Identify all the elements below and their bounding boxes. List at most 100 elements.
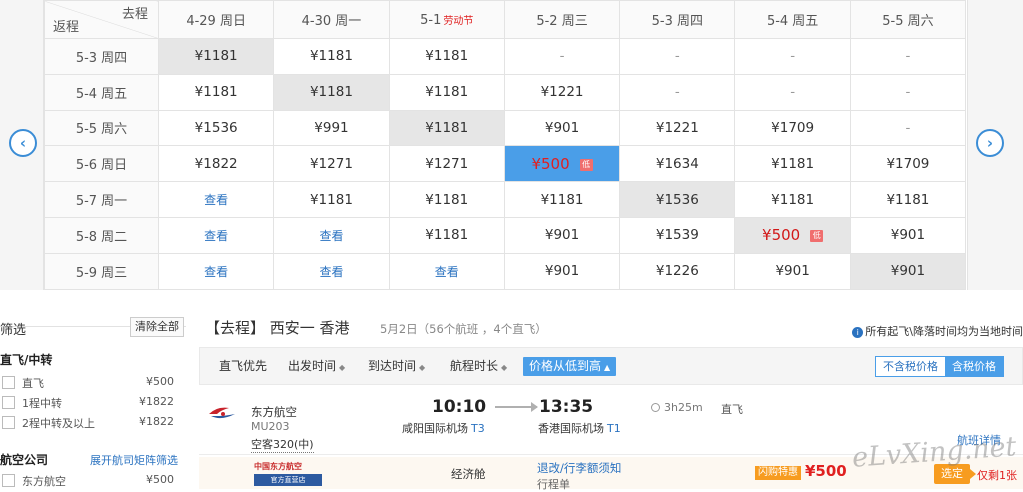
price-cell[interactable]: ¥1181 (273, 38, 390, 75)
sort-depart-time[interactable]: 出发时间 ◆ (288, 357, 345, 376)
price-matrix: ‹ 去程 返程 4-29 周日 4-30 周一 5-1 劳动节 5-2 周三 5-3 周四… (0, 0, 1023, 290)
price-value: ¥1181 (425, 227, 469, 244)
price-value: ¥901 (544, 119, 580, 136)
aircraft-type[interactable]: 空客320(中) (251, 436, 314, 453)
price-cell[interactable]: ¥1271 (388, 145, 505, 183)
price-cell[interactable]: 查看 (273, 216, 390, 254)
price-cell[interactable]: ¥1181 (273, 181, 390, 218)
price-value: ¥1181 (771, 191, 815, 208)
flight-duration: 3h25m (651, 401, 703, 414)
price-cell[interactable]: ¥1271 (273, 145, 390, 183)
return-date-label: 5-7 周一 (44, 181, 159, 218)
option-price: ¥1822 (139, 415, 174, 428)
price-cell[interactable]: ¥1221 (619, 109, 736, 147)
price-cell[interactable]: ¥901 (503, 216, 621, 254)
tax-include-option[interactable]: 含税价格 (945, 357, 1003, 376)
price-cell: - (849, 38, 967, 75)
price-cell[interactable]: ¥1181 (157, 73, 275, 111)
departure-time: 10:10 (432, 397, 487, 417)
sort-label: 到达时间 (368, 359, 417, 373)
itinerary-label: 行程单 (537, 478, 570, 491)
matrix-corner: 去程 返程 (44, 0, 159, 39)
airport-name: 咸阳国际机场 (402, 422, 468, 435)
price-cell[interactable]: ¥901 (849, 252, 967, 290)
price-cell[interactable]: 查看 (157, 181, 275, 218)
price-cell[interactable]: ¥1181 (157, 38, 275, 75)
flight-detail-link[interactable]: 航班详情 (957, 432, 1001, 448)
price-cell[interactable]: ¥1822 (157, 145, 275, 183)
flight-row[interactable]: 东方航空 MU203 空客320(中) 10:10 13:35 咸阳国际机场 T3… (199, 393, 1023, 455)
price-cell[interactable]: ¥1181 (388, 38, 505, 75)
price-cell[interactable]: ¥1181 (388, 73, 505, 111)
refund-baggage-rules-link[interactable]: 退改/行李额须知 (537, 460, 621, 476)
price-cell[interactable]: ¥1181 (503, 181, 621, 218)
checkbox[interactable] (2, 396, 15, 409)
price-cell[interactable]: ¥991 (273, 109, 390, 147)
choose-button[interactable]: 选定 (934, 464, 976, 484)
expand-airline-matrix-link[interactable]: 展开航司矩阵筛选 (90, 452, 178, 468)
stops-option-one-stop[interactable]: 1程中转 ¥1822 (0, 393, 184, 413)
price-cell[interactable]: ¥1181 (734, 181, 851, 218)
price-cell: - (619, 73, 736, 111)
sort-direct-first[interactable]: 直飞优先 (219, 357, 267, 376)
price-cell[interactable]: ¥1634 (619, 145, 736, 183)
price-cell[interactable]: ¥901 (849, 216, 967, 254)
departure-airport: 咸阳国际机场 T3 (402, 420, 485, 436)
price-cell[interactable]: ¥1181 (388, 216, 505, 254)
price-cell[interactable]: ¥1709 (734, 109, 851, 147)
stops-option-two-stops[interactable]: 2程中转及以上 ¥1822 (0, 413, 184, 433)
price-cell[interactable]: 查看 (273, 252, 390, 290)
airline-option-china-eastern[interactable]: 东方航空 ¥500 (0, 471, 184, 491)
price-cell[interactable]: ¥1181 (388, 181, 505, 218)
checkbox[interactable] (2, 474, 15, 487)
sort-duration[interactable]: 航程时长 ◆ (450, 357, 507, 376)
price-cell[interactable]: ¥1709 (849, 145, 967, 183)
price-cell[interactable]: ¥500 低 (503, 145, 621, 183)
view-link: 查看 (204, 193, 229, 208)
price-cell[interactable]: ¥901 (734, 252, 851, 290)
price-cell[interactable]: ¥1536 (619, 181, 736, 218)
price-cell[interactable]: 查看 (157, 216, 275, 254)
tax-exclude-option[interactable]: 不含税价格 (876, 357, 945, 376)
return-date-label: 5-8 周二 (44, 216, 159, 254)
price-cell[interactable]: ¥500 低 (734, 216, 851, 254)
price-cell[interactable]: ¥1536 (157, 109, 275, 147)
sort-label: 出发时间 (288, 359, 337, 373)
sort-price-asc[interactable]: 价格从低到高 ▲ (523, 357, 617, 376)
price-value: ¥1181 (425, 84, 469, 101)
price-cell[interactable]: ¥1221 (503, 73, 621, 111)
price-cell[interactable]: 查看 (157, 252, 275, 290)
price-cell[interactable]: ¥1181 (388, 109, 505, 147)
price-cell[interactable]: 查看 (388, 252, 505, 290)
price-cell[interactable]: ¥1226 (619, 252, 736, 290)
chevron-left-icon[interactable]: ‹ (9, 129, 37, 157)
price-value: ¥1181 (309, 48, 353, 65)
airline-heading: 航空公司 (0, 453, 49, 467)
view-link: 查看 (319, 264, 344, 279)
checkbox[interactable] (2, 376, 15, 389)
clear-all-button[interactable]: 清除全部 (130, 317, 184, 337)
chevron-right-icon[interactable]: › (976, 129, 1004, 157)
arrival-airport: 香港国际机场 T1 (538, 420, 621, 436)
price-cell[interactable]: ¥1181 (734, 145, 851, 183)
price-value: ¥901 (890, 263, 926, 280)
price-cell[interactable]: ¥901 (503, 109, 621, 147)
sort-updown-icon: ◆ (339, 363, 346, 372)
matrix-row: 5-5 周六 ¥1536 ¥991 ¥1181 ¥901 ¥1221 ¥1709 - (44, 109, 967, 147)
checkbox[interactable] (2, 416, 15, 429)
sort-updown-icon: ◆ (419, 363, 426, 372)
price-cell[interactable]: ¥1181 (273, 73, 390, 111)
sort-label: 价格从低到高 (529, 359, 602, 373)
price-cell[interactable]: ¥1181 (849, 181, 967, 218)
date-column-header: 5-4 周五 (734, 0, 851, 39)
price-value: ¥901 (544, 227, 580, 244)
price-cell[interactable]: ¥1539 (619, 216, 736, 254)
sort-arrive-time[interactable]: 到达时间 ◆ (368, 357, 425, 376)
terminal: T3 (471, 422, 485, 435)
date-column-header: 5-2 周三 (503, 0, 621, 39)
stops-option-direct[interactable]: 直飞 ¥500 (0, 373, 184, 393)
price-cell[interactable]: ¥901 (503, 252, 621, 290)
flash-sale-badge: 闪购特惠 (755, 466, 801, 480)
date-column-header: 5-3 周四 (619, 0, 736, 39)
no-flight-dash: - (905, 119, 911, 136)
